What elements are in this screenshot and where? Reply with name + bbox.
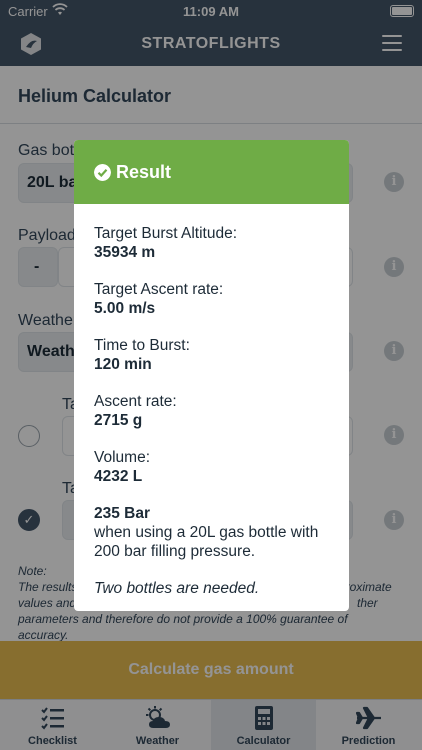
check-circle-icon <box>94 164 111 181</box>
result-value: 5.00 m/s <box>94 300 156 317</box>
result-value: 35934 m <box>94 244 156 261</box>
pressure-result: 235 Bar when using a 20L gas bottle with… <box>94 504 334 561</box>
result-item: Target Burst Altitude: 35934 m <box>94 224 334 262</box>
pressure-value: 235 Bar <box>94 505 151 522</box>
result-value: 2715 g <box>94 412 143 429</box>
result-dialog-body: Target Burst Altitude: 35934 m Target As… <box>94 224 334 598</box>
pressure-description: when using a 20L gas bottle with 200 bar… <box>94 524 319 560</box>
result-item: Target Ascent rate: 5.00 m/s <box>94 280 334 318</box>
bottles-note: Two bottles are needed. <box>94 580 260 597</box>
result-item: Time to Burst: 120 min <box>94 336 334 374</box>
result-label: Time to Burst: <box>94 337 190 354</box>
result-value: 4232 L <box>94 468 143 485</box>
result-label: Ascent rate: <box>94 393 177 410</box>
result-label: Target Ascent rate: <box>94 281 224 298</box>
result-item: Ascent rate: 2715 g <box>94 392 334 430</box>
result-dialog: Result Target Burst Altitude: 35934 m Ta… <box>74 140 349 611</box>
result-dialog-title: Result <box>116 162 172 182</box>
result-dialog-header: Result <box>74 140 349 204</box>
result-item: Volume: 4232 L <box>94 448 334 486</box>
result-value: 120 min <box>94 356 152 373</box>
result-label: Target Burst Altitude: <box>94 225 238 242</box>
result-label: Volume: <box>94 449 151 466</box>
